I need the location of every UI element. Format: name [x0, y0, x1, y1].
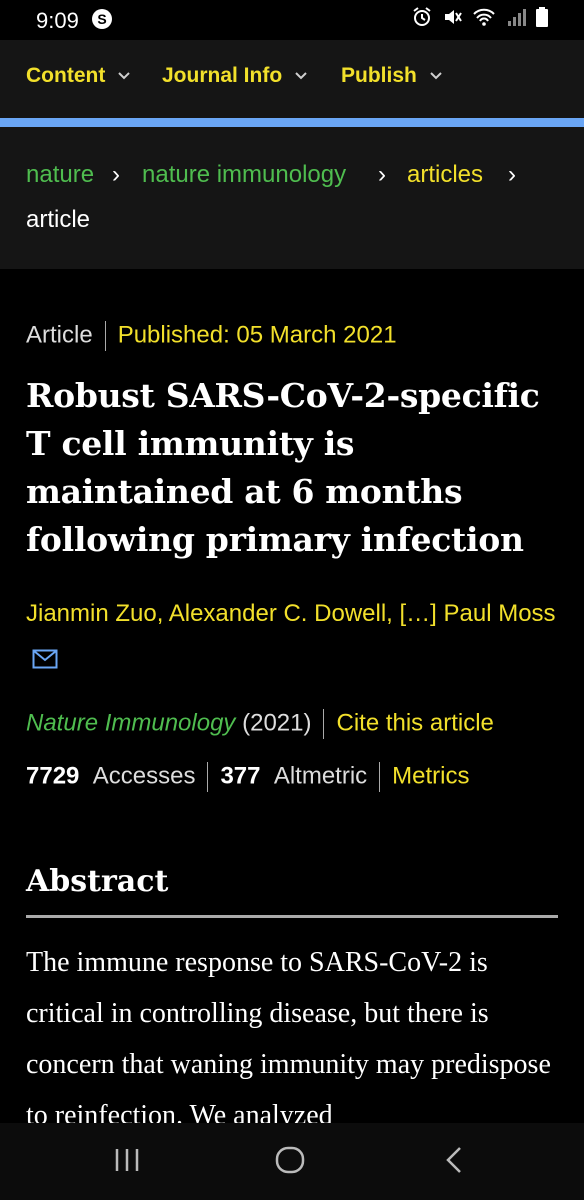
nav-journal-info[interactable]: Journal Info [162, 64, 308, 88]
author-list[interactable]: Jianmin Zuo, Alexander C. Dowell, […] Pa… [26, 590, 556, 685]
breadcrumb-current: article [26, 206, 91, 233]
chevron-down-icon [118, 72, 130, 80]
breadcrumb-nature-immunology[interactable]: nature immunology [142, 161, 346, 189]
journal-name[interactable]: Nature Immunology [26, 709, 235, 736]
nav-content-label: Content [26, 64, 106, 87]
status-time: 9:09 [36, 8, 79, 33]
article-type: Article [26, 321, 93, 349]
abstract-heading: Abstract [26, 864, 169, 899]
battery-icon [536, 7, 548, 32]
journal-top-nav: Content Journal Info Publish [0, 40, 584, 118]
abstract-text: The immune response to SARS-CoV-2 is cri… [26, 947, 551, 1123]
chevron-right-icon: › [378, 161, 386, 188]
back-icon[interactable] [440, 1145, 470, 1180]
article-stats: 7729 Accesses 377 Altmetric Metrics [26, 762, 470, 792]
nav-publish[interactable]: Publish [341, 64, 443, 88]
breadcrumb-nature[interactable]: nature [26, 161, 94, 189]
accesses-count: 7729 [26, 762, 80, 790]
chevron-down-icon [429, 72, 442, 80]
altmetric-count: 377 [220, 762, 261, 790]
home-icon[interactable] [275, 1145, 305, 1180]
chevron-down-icon [295, 72, 307, 80]
published-date: Published: 05 March 2021 [117, 321, 397, 349]
signal-icon [506, 7, 526, 32]
article-meta: Article Published: 05 March 2021 [26, 321, 397, 351]
altmetric-label: Altmetric [273, 762, 368, 790]
article-title: Robust SARS-CoV-2-specific T cell immuni… [26, 376, 540, 559]
divider [207, 762, 209, 792]
status-bar: 9:09 S [0, 0, 584, 40]
author-names[interactable]: Jianmin Zuo, Alexander C. Dowell, […] Pa… [26, 600, 556, 627]
journal-line: Nature Immunology (2021) Cite this articl… [26, 709, 494, 739]
divider [323, 709, 325, 739]
divider [104, 321, 106, 351]
abstract-rule [26, 915, 558, 918]
chevron-right-icon: › [508, 161, 516, 188]
alarm-icon [412, 7, 432, 32]
nav-journal-info-label: Journal Info [162, 64, 283, 87]
chevron-right-icon: › [112, 161, 120, 188]
breadcrumb-articles[interactable]: articles [407, 161, 483, 189]
wifi-icon [472, 7, 496, 32]
accesses-label: Accesses [92, 762, 196, 790]
journal-year: (2021) [242, 709, 312, 737]
system-nav-bar [0, 1123, 584, 1200]
status-icons [412, 7, 548, 32]
accent-bar [0, 118, 584, 127]
nav-content[interactable]: Content [26, 64, 131, 88]
breadcrumb: nature › nature immunology › articles › … [0, 127, 584, 269]
nav-publish-label: Publish [341, 64, 417, 87]
recent-apps-icon[interactable] [112, 1145, 142, 1180]
cite-this-article-link[interactable]: Cite this article [336, 709, 493, 736]
mute-icon [442, 7, 462, 32]
divider [379, 762, 381, 792]
envelope-icon[interactable] [32, 638, 58, 685]
shazam-icon: S [92, 9, 112, 29]
metrics-link[interactable]: Metrics [392, 762, 469, 789]
